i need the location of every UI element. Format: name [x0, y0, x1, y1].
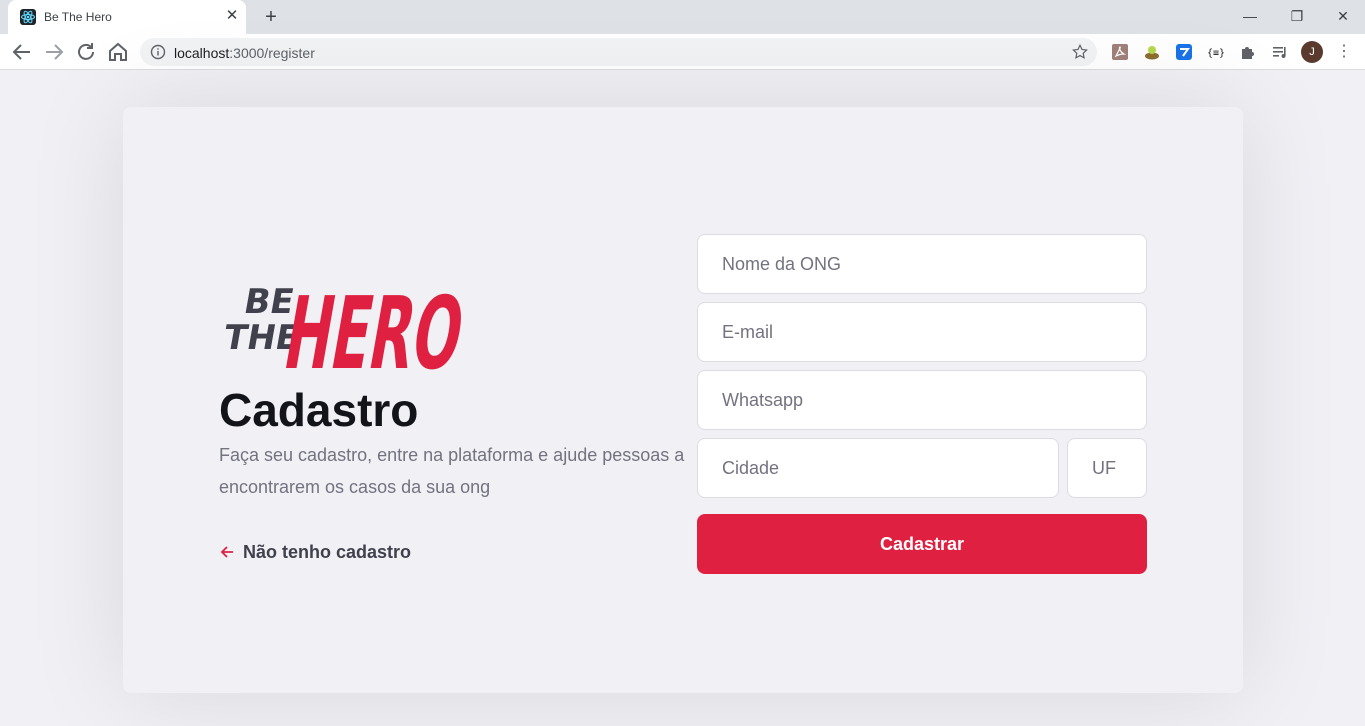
close-tab-icon[interactable]: ✕	[224, 8, 240, 24]
more-menu-icon[interactable]: ⋮	[1336, 41, 1352, 63]
page-title: Cadastro	[219, 384, 419, 436]
city-input[interactable]	[697, 438, 1059, 498]
back-link[interactable]: Não tenho cadastro	[219, 541, 411, 563]
minimize-icon[interactable]: —	[1238, 4, 1262, 28]
bookmark-star-icon[interactable]	[1071, 43, 1089, 61]
tab-title: Be The Hero	[44, 10, 112, 24]
restore-icon[interactable]: ❐	[1285, 4, 1309, 28]
email-input[interactable]	[697, 302, 1147, 362]
blue-extension-icon[interactable]	[1175, 43, 1193, 61]
profile-avatar[interactable]: J	[1301, 41, 1323, 63]
home-icon[interactable]	[106, 40, 130, 64]
register-card: BE THE HERO Cadastro Faça seu cadastro, …	[123, 107, 1243, 693]
close-window-icon[interactable]: ✕	[1331, 4, 1355, 28]
address-bar[interactable]: localhost:3000/register	[140, 38, 1097, 66]
back-link-label: Não tenho cadastro	[243, 541, 412, 562]
page-body: BE THE HERO Cadastro Faça seu cadastro, …	[0, 71, 1365, 726]
puzzle-extensions-icon[interactable]	[1239, 43, 1257, 61]
register-button[interactable]: Cadastrar	[697, 514, 1147, 574]
browser-tab-bar: Be The Hero ✕ + — ❐ ✕	[0, 0, 1365, 34]
back-icon[interactable]	[10, 40, 34, 64]
reload-icon[interactable]	[74, 40, 98, 64]
ong-name-input[interactable]	[697, 234, 1147, 294]
forward-icon[interactable]	[42, 40, 66, 64]
json-extension-icon[interactable]: {≡}	[1207, 43, 1225, 61]
new-tab-icon[interactable]: +	[260, 6, 282, 28]
page-description: Faça seu cadastro, entre na plataforma e…	[219, 445, 685, 497]
browser-tab[interactable]: Be The Hero ✕	[8, 0, 246, 34]
url-text: localhost:3000/register	[174, 45, 315, 61]
plant-extension-icon[interactable]	[1143, 43, 1161, 61]
info-icon[interactable]	[150, 44, 166, 60]
arrow-left-icon	[220, 546, 233, 558]
uf-input[interactable]	[1067, 438, 1147, 498]
react-icon	[20, 9, 36, 25]
svg-text:HERO: HERO	[277, 275, 471, 375]
svg-text:BE: BE	[241, 282, 297, 322]
browser-toolbar: localhost:3000/register {≡} J ⋮	[0, 34, 1365, 70]
pdf-extension-icon[interactable]	[1111, 43, 1129, 61]
whatsapp-input[interactable]	[697, 370, 1147, 430]
svg-text:{≡}: {≡}	[1207, 48, 1225, 59]
media-queue-icon[interactable]	[1271, 43, 1289, 61]
be-the-hero-logo: BE THE HERO	[221, 275, 471, 375]
